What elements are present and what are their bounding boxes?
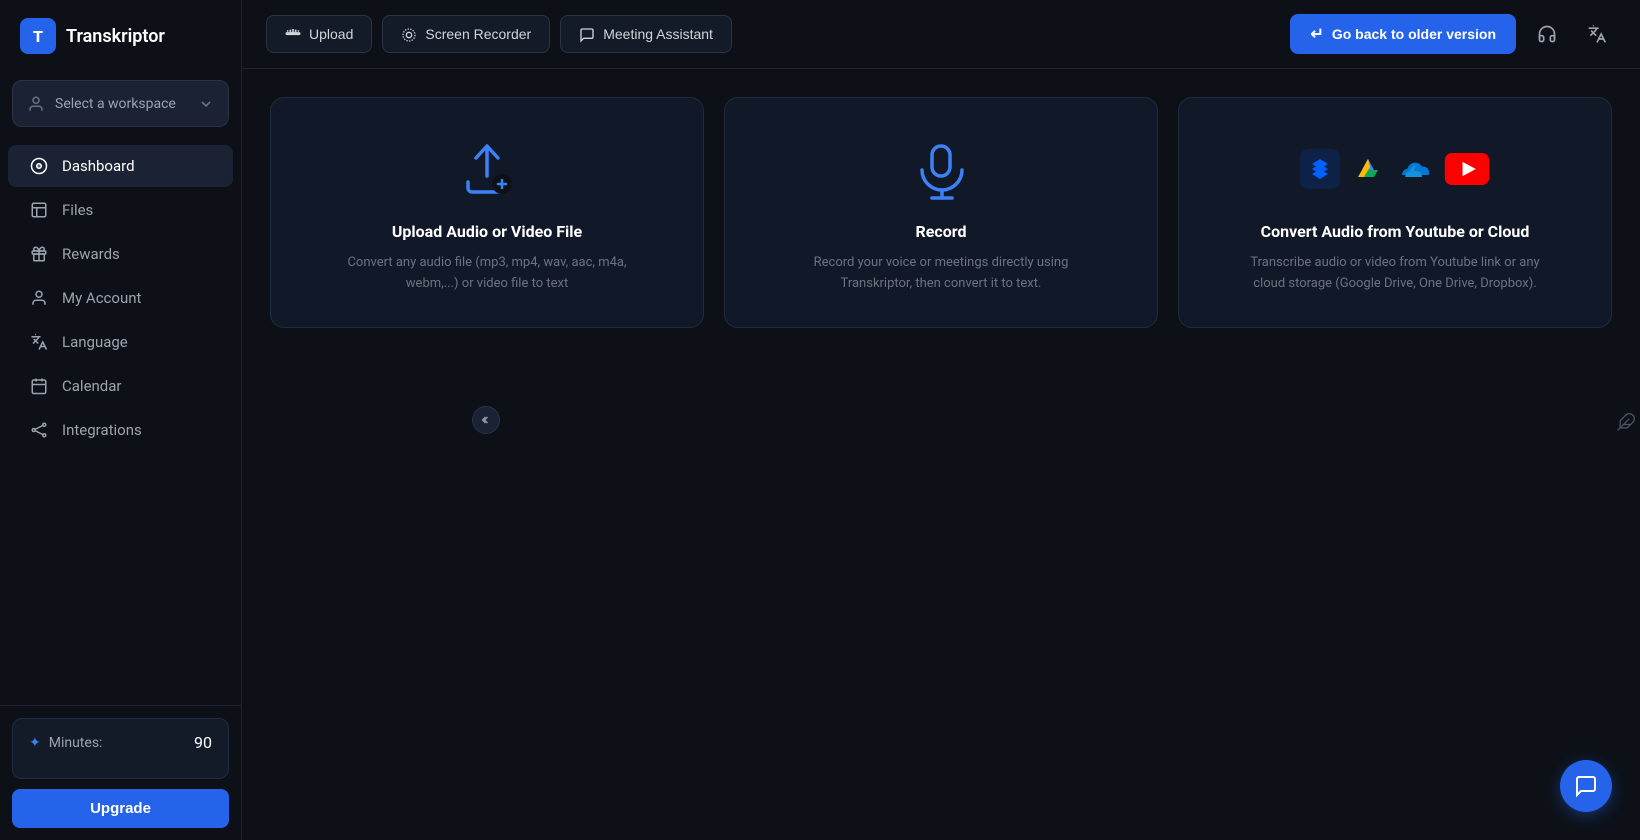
upgrade-button[interactable]: Upgrade bbox=[12, 789, 229, 828]
nav-items: Dashboard Files Rewards bbox=[0, 135, 241, 705]
sidebar-item-rewards[interactable]: Rewards bbox=[8, 233, 233, 275]
dashboard-content: Upload Audio or Video File Convert any a… bbox=[242, 69, 1640, 840]
sidebar: T Transkriptor Select a workspace bbox=[0, 0, 242, 840]
dropbox-icon bbox=[1300, 149, 1340, 189]
youtube-icon bbox=[1444, 153, 1490, 185]
record-card[interactable]: Record Record your voice or meetings dir… bbox=[724, 97, 1158, 328]
account-icon bbox=[28, 289, 50, 307]
cloud-card[interactable]: Convert Audio from Youtube or Cloud Tran… bbox=[1178, 97, 1612, 328]
headphones-button[interactable] bbox=[1528, 15, 1566, 53]
record-card-title: Record bbox=[916, 222, 967, 241]
sparkle-icon: ✦ bbox=[29, 735, 41, 751]
cards-row: Upload Audio or Video File Convert any a… bbox=[270, 97, 1612, 328]
feather-icon bbox=[1612, 400, 1640, 440]
go-back-icon: ↵ bbox=[1310, 24, 1323, 44]
sidebar-bottom: ✦ Minutes: 90 Upgrade bbox=[0, 705, 241, 840]
workspace-label: Select a workspace bbox=[55, 96, 176, 112]
collapse-sidebar-button[interactable] bbox=[472, 406, 500, 434]
workspace-icon bbox=[27, 93, 45, 114]
sidebar-item-calendar[interactable]: Calendar bbox=[8, 365, 233, 407]
sidebar-item-label: Dashboard bbox=[62, 157, 135, 175]
sidebar-item-files[interactable]: Files bbox=[8, 189, 233, 231]
meeting-assistant-button[interactable]: Meeting Assistant bbox=[560, 15, 732, 52]
record-card-desc: Record your voice or meetings directly u… bbox=[791, 253, 1091, 295]
cloud-card-title: Convert Audio from Youtube or Cloud bbox=[1261, 222, 1530, 241]
integrations-icon bbox=[28, 421, 50, 439]
minutes-card: ✦ Minutes: 90 bbox=[12, 718, 229, 779]
sidebar-item-label: Files bbox=[62, 201, 93, 219]
dashboard-icon bbox=[28, 157, 50, 175]
upload-card-title: Upload Audio or Video File bbox=[392, 222, 582, 241]
calendar-icon bbox=[28, 377, 50, 395]
translate-button[interactable] bbox=[1578, 15, 1616, 53]
logo-text: Transkriptor bbox=[66, 26, 165, 47]
chevron-down-icon bbox=[198, 95, 214, 111]
logo-icon: T bbox=[20, 18, 56, 54]
sidebar-item-integrations[interactable]: Integrations bbox=[8, 409, 233, 451]
workspace-selector[interactable]: Select a workspace bbox=[12, 80, 229, 127]
main-content: Upload Screen Recorder Meeting Assist bbox=[242, 0, 1640, 840]
google-drive-icon bbox=[1348, 149, 1388, 189]
upload-card[interactable]: Upload Audio or Video File Convert any a… bbox=[270, 97, 704, 328]
chat-bubble-button[interactable] bbox=[1560, 760, 1612, 812]
sidebar-item-label: Integrations bbox=[62, 421, 142, 439]
topbar: Upload Screen Recorder Meeting Assist bbox=[242, 0, 1640, 69]
sidebar-item-my-account[interactable]: My Account bbox=[8, 277, 233, 319]
minutes-label: Minutes: bbox=[49, 735, 103, 751]
cloud-card-desc: Transcribe audio or video from Youtube l… bbox=[1245, 253, 1545, 295]
sidebar-item-language[interactable]: Language bbox=[8, 321, 233, 363]
files-icon bbox=[28, 201, 50, 219]
upload-icon bbox=[285, 25, 301, 42]
upload-button[interactable]: Upload bbox=[266, 15, 372, 52]
screen-recorder-icon bbox=[401, 25, 417, 42]
onedrive-icon bbox=[1396, 149, 1436, 189]
sidebar-item-label: Rewards bbox=[62, 245, 120, 263]
sidebar-item-label: Calendar bbox=[62, 377, 122, 395]
screen-recorder-button[interactable]: Screen Recorder bbox=[382, 15, 550, 52]
upload-card-desc: Convert any audio file (mp3, mp4, wav, a… bbox=[337, 253, 637, 295]
rewards-icon bbox=[28, 245, 50, 263]
logo-area: T Transkriptor bbox=[0, 0, 241, 72]
sidebar-item-label: My Account bbox=[62, 289, 141, 307]
minutes-value: 90 bbox=[194, 733, 212, 752]
sidebar-item-label: Language bbox=[62, 333, 128, 351]
meeting-assistant-icon bbox=[579, 25, 595, 42]
language-icon bbox=[28, 333, 50, 351]
go-back-button[interactable]: ↵ Go back to older version bbox=[1290, 14, 1516, 54]
sidebar-item-dashboard[interactable]: Dashboard bbox=[8, 145, 233, 187]
